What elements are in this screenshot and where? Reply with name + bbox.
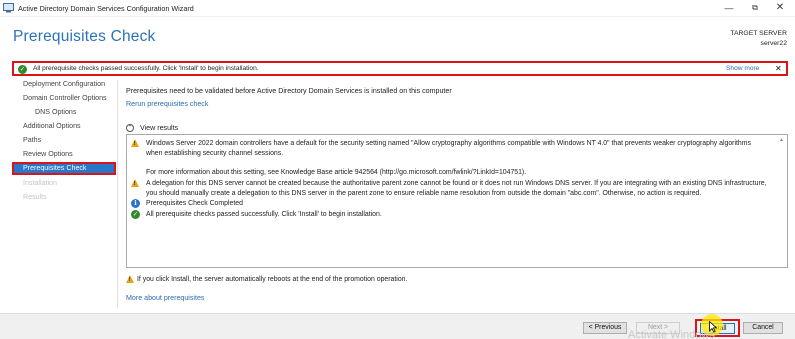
close-window-button[interactable]: ✕: [769, 0, 791, 16]
notification-close-icon[interactable]: ✕: [775, 64, 782, 73]
notification-bar: ✓ All prerequisite checks passed success…: [12, 61, 788, 76]
cancel-button[interactable]: Cancel: [743, 322, 783, 334]
results-panel[interactable]: ▲ ! Windows Server 2022 domain controlle…: [126, 134, 788, 268]
nav-review-options[interactable]: Review Options: [12, 148, 116, 161]
previous-button[interactable]: < Previous: [583, 322, 627, 334]
view-results-label[interactable]: View results: [140, 124, 178, 132]
nav-results: Results: [23, 193, 47, 201]
nav-prerequisites-check[interactable]: Prerequisites Check: [12, 162, 116, 175]
nav-dns-options[interactable]: DNS Options: [12, 106, 116, 119]
result-text: Prerequisites Check Completed: [146, 200, 243, 207]
target-server-name: server22: [760, 40, 787, 47]
result-text: Windows Server 2022 domain controllers h…: [146, 140, 751, 176]
warning-icon: !: [126, 275, 135, 284]
notification-text: All prerequisite checks passed successfu…: [33, 65, 259, 72]
nav-additional-options[interactable]: Additional Options: [12, 120, 116, 133]
activate-windows-watermark: Activate Windows: [628, 329, 715, 339]
rerun-prerequisites-link[interactable]: Rerun prerequisites check: [126, 100, 208, 108]
target-server-label: TARGET SERVER: [730, 30, 787, 37]
restore-button[interactable]: ⧉: [744, 0, 766, 16]
info-icon: i: [131, 199, 140, 208]
nav-deployment-configuration[interactable]: Deployment Configuration: [12, 78, 116, 91]
wizard-navigation: Deployment Configuration Domain Controll…: [12, 78, 117, 308]
sidebar-divider: [117, 80, 118, 308]
nav-installation: Installation: [23, 179, 57, 187]
intro-text: Prerequisites need to be validated befor…: [126, 87, 452, 95]
success-check-icon: ✓: [18, 65, 27, 74]
window-title: Active Directory Domain Services Configu…: [18, 4, 194, 13]
page-title: Prerequisites Check: [13, 28, 156, 45]
collapse-chevron-icon[interactable]: ⌃: [126, 124, 134, 132]
result-text: A delegation for this DNS server cannot …: [146, 180, 767, 197]
success-check-icon: ✓: [131, 210, 140, 219]
warning-icon: !: [131, 179, 140, 188]
nav-domain-controller-options[interactable]: Domain Controller Options: [12, 92, 116, 105]
reboot-warning-text: If you click Install, the server automat…: [137, 276, 408, 283]
show-more-link[interactable]: Show more: [726, 65, 759, 72]
nav-paths[interactable]: Paths: [12, 134, 116, 147]
server-manager-icon: [3, 3, 14, 13]
warning-icon: !: [131, 139, 140, 148]
more-about-prerequisites-link[interactable]: More about prerequisites: [126, 294, 204, 302]
minimize-button[interactable]: —: [718, 0, 740, 16]
result-text: All prerequisite checks passed successfu…: [146, 211, 382, 218]
scroll-up-arrow-icon[interactable]: ▲: [779, 137, 784, 143]
title-bar: Active Directory Domain Services Configu…: [0, 0, 795, 17]
